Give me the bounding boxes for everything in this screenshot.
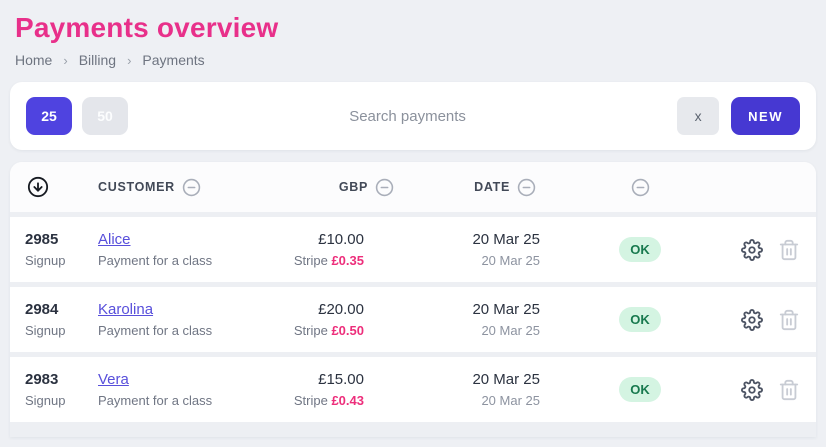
status-badge: OK bbox=[619, 307, 661, 332]
payment-date-secondary: 20 Mar 25 bbox=[481, 253, 540, 268]
page-size-50-button[interactable]: 50 bbox=[82, 97, 128, 135]
toolbar: 25 50 x NEW bbox=[10, 82, 816, 150]
stripe-fee: Stripe £0.43 bbox=[294, 393, 364, 408]
payment-id: 2983 bbox=[25, 371, 98, 388]
search-input[interactable] bbox=[138, 97, 677, 135]
stripe-fee: Stripe £0.50 bbox=[294, 323, 364, 338]
row-separator bbox=[10, 422, 816, 437]
minus-circle-icon[interactable] bbox=[182, 178, 201, 197]
payment-amount: £20.00 bbox=[318, 301, 364, 318]
breadcrumb-item-payments: Payments bbox=[142, 52, 204, 68]
column-header-date: DATE bbox=[474, 180, 510, 194]
clear-search-button[interactable]: x bbox=[677, 97, 719, 135]
payments-overview-page: Payments overview Home › Billing › Payme… bbox=[0, 0, 826, 437]
status-badge: OK bbox=[619, 377, 661, 402]
payment-description: Payment for a class bbox=[98, 323, 260, 338]
status-badge: OK bbox=[619, 237, 661, 262]
trash-icon[interactable] bbox=[778, 239, 800, 261]
breadcrumb: Home › Billing › Payments bbox=[15, 52, 816, 68]
payment-date-secondary: 20 Mar 25 bbox=[481, 323, 540, 338]
minus-circle-icon[interactable] bbox=[631, 178, 650, 197]
column-header-customer: CUSTOMER bbox=[98, 180, 175, 194]
payment-amount: £10.00 bbox=[318, 231, 364, 248]
payment-type: Signup bbox=[25, 393, 98, 408]
chevron-right-icon: › bbox=[127, 53, 131, 68]
stripe-fee: Stripe £0.35 bbox=[294, 253, 364, 268]
customer-link[interactable]: Karolina bbox=[98, 301, 260, 318]
chevron-right-icon: › bbox=[63, 53, 67, 68]
page-title: Payments overview bbox=[15, 12, 816, 44]
payment-id: 2984 bbox=[25, 301, 98, 318]
payment-date: 20 Mar 25 bbox=[472, 301, 540, 318]
trash-icon[interactable] bbox=[778, 309, 800, 331]
page-size-25-button[interactable]: 25 bbox=[26, 97, 72, 135]
minus-circle-icon[interactable] bbox=[375, 178, 394, 197]
payment-amount: £15.00 bbox=[318, 371, 364, 388]
table-header-row: CUSTOMER GBP DATE bbox=[10, 162, 816, 212]
column-header-gbp: GBP bbox=[339, 180, 368, 194]
payment-date: 20 Mar 25 bbox=[472, 371, 540, 388]
table-row: 2983 Signup Vera Payment for a class £15… bbox=[10, 352, 816, 422]
customer-link[interactable]: Vera bbox=[98, 371, 260, 388]
breadcrumb-item-home[interactable]: Home bbox=[15, 52, 52, 68]
settings-gear-icon[interactable] bbox=[741, 379, 763, 401]
customer-link[interactable]: Alice bbox=[98, 231, 260, 248]
table-row: 2984 Signup Karolina Payment for a class… bbox=[10, 282, 816, 352]
payment-type: Signup bbox=[25, 323, 98, 338]
payment-date-secondary: 20 Mar 25 bbox=[481, 393, 540, 408]
settings-gear-icon[interactable] bbox=[741, 309, 763, 331]
new-payment-button[interactable]: NEW bbox=[731, 97, 800, 135]
settings-gear-icon[interactable] bbox=[741, 239, 763, 261]
payment-id: 2985 bbox=[25, 231, 98, 248]
sort-arrow-down-circle-icon[interactable] bbox=[27, 176, 49, 198]
payments-table: CUSTOMER GBP DATE bbox=[10, 162, 816, 437]
minus-circle-icon[interactable] bbox=[517, 178, 536, 197]
payment-type: Signup bbox=[25, 253, 98, 268]
trash-icon[interactable] bbox=[778, 379, 800, 401]
breadcrumb-item-billing[interactable]: Billing bbox=[79, 52, 116, 68]
payment-date: 20 Mar 25 bbox=[472, 231, 540, 248]
payment-description: Payment for a class bbox=[98, 253, 260, 268]
table-row: 2985 Signup Alice Payment for a class £1… bbox=[10, 212, 816, 282]
payment-description: Payment for a class bbox=[98, 393, 260, 408]
